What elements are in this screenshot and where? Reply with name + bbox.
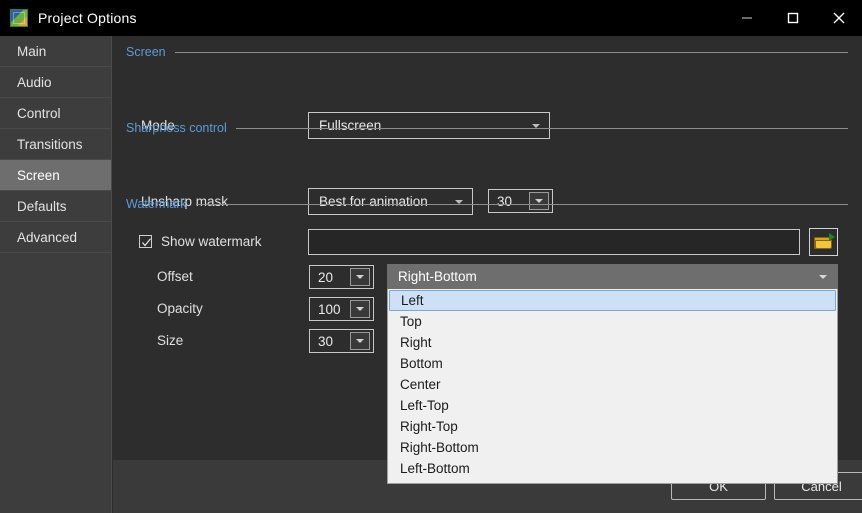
option-label: Right-Bottom xyxy=(400,440,479,455)
option-label: Left xyxy=(401,293,424,308)
section-title-screen: Screen xyxy=(126,45,166,59)
sidebar: Main Audio Control Transitions Screen De… xyxy=(0,36,112,513)
chevron-down-icon xyxy=(356,307,364,311)
section-divider xyxy=(235,127,848,129)
size-stepper[interactable]: 30 xyxy=(309,329,374,353)
chevron-down-icon xyxy=(819,274,827,279)
app-image-options-icon xyxy=(10,9,28,27)
checkbox-box[interactable] xyxy=(139,235,152,248)
close-icon[interactable] xyxy=(816,0,862,36)
show-watermark-checkbox[interactable]: Show watermark xyxy=(139,234,262,249)
section-header-watermark: Watermark xyxy=(126,197,848,211)
window-title: Project Options xyxy=(38,10,137,26)
sidebar-item-screen[interactable]: Screen xyxy=(0,160,111,191)
option-center[interactable]: Center xyxy=(389,374,836,395)
section-divider xyxy=(174,51,848,53)
section-title-watermark: Watermark xyxy=(126,197,187,211)
option-label: Right-Top xyxy=(400,419,458,434)
section-header-screen: Screen xyxy=(126,45,848,59)
sidebar-item-control[interactable]: Control xyxy=(0,98,111,129)
sidebar-item-transitions[interactable]: Transitions xyxy=(0,129,111,160)
section-title-sharpness: Sharpness control xyxy=(126,121,227,135)
opacity-value: 100 xyxy=(318,301,341,317)
option-left-bottom[interactable]: Left-Bottom xyxy=(389,458,836,479)
opacity-label: Opacity xyxy=(157,301,203,316)
window-controls xyxy=(724,0,862,36)
size-value: 30 xyxy=(318,333,334,349)
section-divider xyxy=(195,203,848,205)
sidebar-item-label: Audio xyxy=(17,74,52,90)
sidebar-item-defaults[interactable]: Defaults xyxy=(0,191,111,222)
watermark-position-value: Right-Bottom xyxy=(398,269,477,284)
option-label: Top xyxy=(400,314,422,329)
watermark-position-option-list: Left Top Right Bottom Center Left-Top Ri… xyxy=(387,289,838,484)
title-bar: Project Options xyxy=(0,0,862,36)
project-options-window: Project Options Main Audio Control Trans… xyxy=(0,0,862,513)
option-label: Left-Bottom xyxy=(400,461,470,476)
stepper-dropdown-button[interactable] xyxy=(350,332,370,350)
sidebar-item-label: Transitions xyxy=(17,136,83,152)
open-folder-icon xyxy=(813,232,835,250)
sidebar-item-audio[interactable]: Audio xyxy=(0,67,111,98)
sidebar-item-label: Control xyxy=(17,105,61,121)
option-right-top[interactable]: Right-Top xyxy=(389,416,836,437)
offset-stepper[interactable]: 20 xyxy=(309,265,374,289)
sidebar-item-label: Main xyxy=(17,43,47,59)
chevron-down-icon xyxy=(356,275,364,279)
section-header-sharpness: Sharpness control xyxy=(126,121,848,135)
option-right[interactable]: Right xyxy=(389,332,836,353)
stepper-dropdown-button[interactable] xyxy=(350,268,370,286)
option-label: Bottom xyxy=(400,356,443,371)
sidebar-item-main[interactable]: Main xyxy=(0,36,111,67)
option-label: Right xyxy=(400,335,432,350)
stepper-dropdown-button[interactable] xyxy=(350,300,370,318)
option-right-bottom[interactable]: Right-Bottom xyxy=(389,437,836,458)
sidebar-item-label: Defaults xyxy=(17,198,67,214)
option-bottom[interactable]: Bottom xyxy=(389,353,836,374)
option-label: Center xyxy=(400,377,441,392)
option-top[interactable]: Top xyxy=(389,311,836,332)
option-label: Left-Top xyxy=(400,398,449,413)
minimize-icon[interactable] xyxy=(724,0,770,36)
offset-value: 20 xyxy=(318,269,334,285)
option-left[interactable]: Left xyxy=(389,290,836,311)
maximize-icon[interactable] xyxy=(770,0,816,36)
offset-label: Offset xyxy=(157,269,193,284)
sidebar-item-label: Advanced xyxy=(17,229,78,245)
sidebar-item-advanced[interactable]: Advanced xyxy=(0,222,111,253)
browse-watermark-button[interactable] xyxy=(809,228,838,256)
chevron-down-icon xyxy=(356,339,364,343)
sidebar-item-label: Screen xyxy=(17,167,60,183)
option-left-top[interactable]: Left-Top xyxy=(389,395,836,416)
watermark-path-input[interactable] xyxy=(308,229,800,255)
opacity-stepper[interactable]: 100 xyxy=(309,297,374,321)
size-label: Size xyxy=(157,333,184,348)
show-watermark-label: Show watermark xyxy=(161,234,262,249)
watermark-position-combobox[interactable]: Right-Bottom xyxy=(387,264,838,289)
